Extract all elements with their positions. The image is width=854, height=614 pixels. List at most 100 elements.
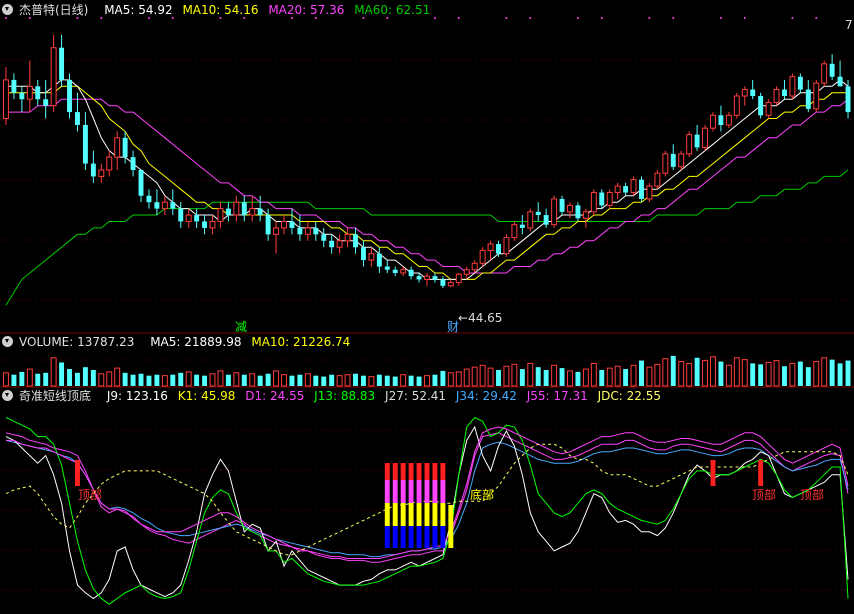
volume-bar [582, 368, 589, 387]
volume-bar [837, 363, 843, 386]
volume-bar [623, 369, 629, 386]
ma20-value: MA20: 57.36 [268, 3, 345, 17]
top-dot-marker [457, 17, 460, 19]
volume-bar [225, 374, 231, 386]
candle-body [368, 253, 375, 261]
volume-bar [654, 363, 661, 387]
volume-bar [209, 373, 216, 387]
candle-body [662, 153, 669, 174]
top-dot-marker [743, 17, 746, 19]
volume-bar [265, 373, 271, 386]
j34-value: J34: 29.42 [455, 389, 517, 403]
volume-bar [678, 361, 685, 387]
candle-body [686, 134, 693, 155]
volume-bar [43, 372, 49, 386]
candle-body [487, 243, 494, 251]
candle-body [447, 282, 454, 287]
d1-value: D1: 24.55 [245, 389, 305, 403]
candle-body [106, 156, 113, 171]
top-dot-marker [505, 17, 508, 19]
candle-body [654, 172, 661, 187]
volume-bar [455, 371, 462, 387]
candle-body [154, 202, 160, 209]
candle-body [59, 47, 65, 80]
volume-bar [575, 371, 581, 386]
candle-body [161, 201, 168, 210]
cai-marker: 财 [447, 320, 460, 334]
volume-bar [479, 364, 486, 387]
candle-body [567, 204, 573, 213]
volume-bar [646, 366, 653, 387]
volume-bar [447, 372, 454, 387]
bottom-signal-blue [392, 526, 398, 548]
volume-bar [26, 368, 33, 387]
candle-body [50, 47, 57, 107]
candle-body [551, 198, 558, 226]
volume-bar [360, 375, 366, 386]
bottom-signal-blue [400, 526, 406, 548]
candle-body [273, 227, 280, 235]
volume-bar [758, 364, 764, 386]
volume-bar [194, 374, 200, 386]
volume-bar [686, 362, 693, 387]
volume-bar [432, 374, 438, 386]
stock-chart-canvas [0, 17, 854, 605]
candle-body [765, 101, 772, 116]
candle-body [344, 233, 351, 242]
candle-body [321, 234, 327, 241]
volume-bar [384, 375, 390, 386]
candle-body [821, 63, 828, 84]
volume-bar [630, 364, 637, 387]
candle-body [43, 99, 49, 106]
dropdown-icon[interactable] [2, 390, 13, 401]
volume-bar [313, 375, 319, 386]
candle-body [75, 112, 80, 125]
indicator-title[interactable]: 奇准短线顶底 [2, 389, 97, 403]
candle-body [233, 201, 240, 216]
price-header: 杰普特(日线) MA5: 54.92 MA10: 54.16 MA20: 57.… [2, 2, 436, 18]
volume-title[interactable]: VOLUME: 13787.23 [2, 335, 140, 349]
dropdown-icon[interactable] [2, 4, 13, 15]
candle-body [813, 82, 820, 110]
j13-value: J13: 88.83 [314, 389, 376, 403]
volume-bar [408, 375, 414, 386]
candle-body [225, 208, 231, 216]
candle-body [670, 153, 676, 167]
candle-body [599, 192, 605, 206]
volume-bar [606, 367, 613, 387]
dropdown-icon[interactable] [2, 336, 13, 347]
volume-bar [368, 376, 375, 387]
bottom-signal-blue [424, 526, 430, 548]
volume-bar [178, 372, 184, 386]
ma60-value: MA60: 62.51 [354, 3, 431, 17]
j27-value: J27: 52.41 [385, 389, 447, 403]
volume-bar [249, 373, 256, 387]
candle-body [98, 169, 105, 177]
volume-bar [614, 365, 621, 387]
volume-bar [496, 370, 501, 386]
j55-value: J55: 17.31 [526, 389, 588, 403]
volume-bar [154, 374, 160, 386]
candle-body [741, 89, 748, 97]
candle-body [209, 220, 216, 229]
candle-body [289, 221, 295, 228]
candle-body [416, 276, 422, 280]
volume-bar [281, 374, 287, 387]
volume-bar [130, 374, 136, 386]
volume-bar [82, 367, 88, 386]
volume-bar [3, 372, 9, 387]
candle-body [67, 79, 72, 113]
bottom-signal-magenta [400, 480, 406, 503]
candle-body [750, 89, 756, 96]
volume-bar [750, 363, 756, 386]
candle-body [336, 240, 343, 248]
volume-bar [273, 370, 280, 387]
top-dot-marker [791, 17, 794, 19]
ma10-value: MA10: 54.16 [182, 3, 259, 17]
candle-body [265, 215, 271, 235]
price-title[interactable]: 杰普特(日线) [2, 3, 94, 17]
volume-bar [329, 374, 335, 386]
candle-body [639, 179, 644, 199]
volume-bar [35, 373, 41, 386]
bottom-signal-yellow-single [448, 505, 454, 548]
